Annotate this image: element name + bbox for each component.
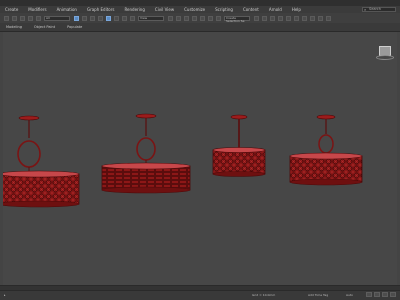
spinner-snap-button[interactable] — [207, 15, 213, 21]
timeline-track[interactable] — [0, 286, 400, 291]
render-setup-button[interactable] — [309, 15, 315, 21]
move-button[interactable] — [105, 15, 111, 21]
status-bar: ▸ Grid = 10.0mm Add Time Tag Auto — [0, 285, 400, 300]
named-selection-select[interactable]: Create Selection Se — [224, 15, 250, 22]
menu-rendering[interactable]: Rendering — [119, 7, 149, 12]
menu-graph-editors[interactable]: Graph Editors — [82, 7, 119, 12]
orbit-button[interactable] — [382, 292, 388, 297]
lamp-3[interactable] — [212, 114, 266, 177]
curve-editor-button[interactable] — [285, 15, 291, 21]
menu-content[interactable]: Content — [238, 7, 264, 12]
window-crossing-button[interactable] — [97, 15, 103, 21]
menu-modifiers[interactable]: Modifiers — [23, 7, 51, 12]
render-button[interactable] — [325, 15, 331, 21]
menu-create[interactable]: Create — [0, 7, 23, 12]
align-button[interactable] — [261, 15, 267, 21]
search-icon: ⌕ — [364, 7, 367, 12]
rotate-button[interactable] — [113, 15, 119, 21]
tab-object-paint[interactable]: Object Paint — [28, 25, 61, 29]
menu-help[interactable]: Help — [287, 7, 306, 12]
percent-snap-button[interactable] — [199, 15, 205, 21]
pan-button[interactable] — [374, 292, 380, 297]
rect-region-button[interactable] — [89, 15, 95, 21]
add-time-tag-button[interactable]: Add Time Tag — [308, 293, 328, 297]
auto-key-button[interactable]: Auto — [346, 293, 353, 297]
tab-populate[interactable]: Populate — [61, 25, 88, 29]
maxscript-listener[interactable]: ▸ — [4, 293, 6, 297]
lamp-4[interactable] — [289, 114, 363, 186]
maximize-viewport-button[interactable] — [390, 292, 396, 297]
toggle-ribbon-button[interactable] — [277, 15, 283, 21]
tab-modeling[interactable]: Modeling — [0, 25, 28, 29]
redo-button[interactable] — [11, 15, 17, 21]
pivot-button[interactable] — [167, 15, 173, 21]
search-input[interactable]: ⌕ Search — [362, 7, 396, 12]
menu-bar: Create Modifiers Animation Graph Editors… — [0, 6, 400, 13]
perspective-viewport[interactable] — [3, 32, 397, 286]
undo-button[interactable] — [3, 15, 9, 21]
edit-named-sel-button[interactable] — [215, 15, 221, 21]
mirror-button[interactable] — [253, 15, 259, 21]
schematic-view-button[interactable] — [293, 15, 299, 21]
select-object-button[interactable] — [73, 15, 79, 21]
lamp-2[interactable] — [101, 113, 191, 194]
link-button[interactable] — [19, 15, 25, 21]
reference-coord-select[interactable]: View — [138, 15, 164, 21]
menu-customize[interactable]: Customize — [179, 7, 210, 12]
placement-button[interactable] — [129, 15, 135, 21]
scene-lamps — [3, 113, 363, 208]
menu-scripting[interactable]: Scripting — [210, 7, 238, 12]
menu-arnold[interactable]: Arnold — [264, 7, 287, 12]
snaps-toggle-button[interactable] — [183, 15, 189, 21]
menu-civil-view[interactable]: Civil View — [150, 7, 179, 12]
search-placeholder: Search — [369, 7, 382, 11]
ribbon: Modeling Object Paint Populate — [0, 23, 400, 32]
menu-animation[interactable]: Animation — [52, 7, 82, 12]
keyboard-shortcut-button[interactable] — [175, 15, 181, 21]
lamp-1[interactable] — [3, 115, 80, 208]
layer-explorer-button[interactable] — [269, 15, 275, 21]
scale-button[interactable] — [121, 15, 127, 21]
zoom-button[interactable] — [366, 292, 372, 297]
grid-readout: Grid = 10.0mm — [252, 293, 276, 297]
material-editor-button[interactable] — [301, 15, 307, 21]
rendered-frame-button[interactable] — [317, 15, 323, 21]
angle-snap-button[interactable] — [191, 15, 197, 21]
unlink-button[interactable] — [27, 15, 33, 21]
bind-space-warp-button[interactable] — [35, 15, 41, 21]
select-by-name-button[interactable] — [81, 15, 87, 21]
filter-select[interactable]: All — [44, 15, 70, 21]
